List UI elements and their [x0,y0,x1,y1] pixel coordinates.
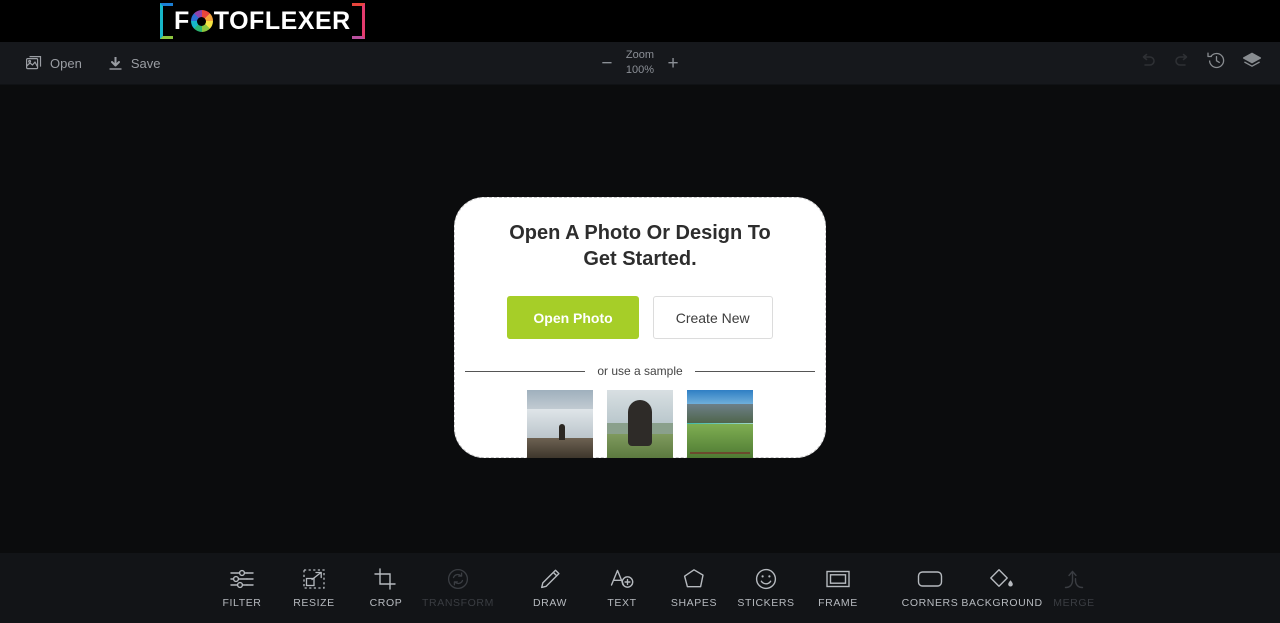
modal-actions: Open Photo Create New [507,296,773,339]
tool-label: TEXT [607,596,637,609]
bottom-toolbar: FILTER RESIZE CROP TRANSFORM DRAW TEXT S… [0,553,1280,623]
tool-crop[interactable]: CROP [350,567,422,609]
logo[interactable]: F TOFLEXER [160,0,365,42]
logo-text: F TOFLEXER [174,6,351,35]
zoom-control: − Zoom 100% + [580,48,700,78]
open-photo-button[interactable]: Open Photo [507,296,639,339]
tool-group-adjust: FILTER RESIZE CROP TRANSFORM [206,560,494,616]
tool-corners[interactable]: CORNERS [894,568,966,609]
tool-label: FRAME [818,596,858,609]
top-toolbar: Open Save − Zoom 100% + [0,42,1280,85]
sample-cliff-clouds[interactable] [527,390,593,458]
tool-resize[interactable]: RESIZE [278,568,350,609]
modal-title: Open A Photo Or Design To Get Started. [509,222,771,270]
tool-label: BACKGROUND [961,596,1043,609]
tool-label: SHAPES [670,596,718,609]
tool-transform: TRANSFORM [422,568,494,609]
get-started-modal: Open A Photo Or Design To Get Started. O… [454,197,826,458]
open-button[interactable]: Open [26,56,82,71]
download-icon [108,56,123,71]
tool-group-finish: CORNERS BACKGROUND MERGE [894,560,1110,616]
zoom-value: 100% [625,64,655,76]
image-icon [26,56,42,70]
logo-bracket-right-icon [351,3,365,39]
zoom-readout: Zoom 100% [626,48,654,78]
fotoflexer-app: F TOFLEXER Open Save − Zoom 100% + Open … [0,0,1280,623]
tool-label: CROP [369,596,403,609]
tool-shapes[interactable]: SHAPES [658,568,730,609]
sample-divider: or use a sample [465,364,816,378]
save-label: Save [130,55,161,71]
redo-arrow-icon[interactable] [1173,53,1191,74]
tool-label: CORNERS [901,596,959,609]
app-header: F TOFLEXER [0,0,1280,42]
tool-label: MERGE [1053,596,1095,609]
logo-text-before: F [174,6,190,35]
tool-label: TRANSFORM [422,596,494,609]
history-clock-icon[interactable] [1207,51,1226,75]
create-new-button[interactable]: Create New [652,296,773,339]
tool-label: STICKERS [737,596,795,609]
tool-filter[interactable]: FILTER [206,568,278,609]
tool-background[interactable]: BACKGROUND [961,568,1042,609]
logo-bracket-left-icon [160,3,173,39]
toolbar-left-group: Open Save [26,56,160,71]
divider-line-left [465,370,586,372]
layers-icon[interactable] [1242,52,1262,75]
sample-thumbnails [527,390,753,458]
divider-line-right [694,370,816,372]
tool-label: FILTER [222,596,262,609]
undo-arrow-icon[interactable] [1139,53,1157,74]
open-label: Open [50,55,82,71]
tool-group-create: DRAW TEXT SHAPES STICKERS FRAME [514,560,874,616]
zoom-in-button[interactable]: + [664,54,682,73]
camera-aperture-icon [190,10,213,32]
sample-mountain-lake[interactable] [687,390,753,458]
tool-frame[interactable]: FRAME [802,568,874,609]
tool-merge: MERGE [1038,568,1110,609]
toolbar-right-group [1139,51,1262,75]
zoom-title: Zoom [625,49,655,62]
tool-label: DRAW [532,596,568,609]
logo-text-after: TOFLEXER [213,6,351,35]
zoom-out-button[interactable]: − [598,54,616,73]
tool-label: RESIZE [293,596,335,609]
divider-label: or use a sample [597,364,683,378]
tool-text[interactable]: TEXT [586,568,658,609]
tool-draw[interactable]: DRAW [514,568,586,609]
sample-woman-field[interactable] [607,390,673,458]
tool-stickers[interactable]: STICKERS [730,568,802,609]
save-button[interactable]: Save [108,55,161,71]
